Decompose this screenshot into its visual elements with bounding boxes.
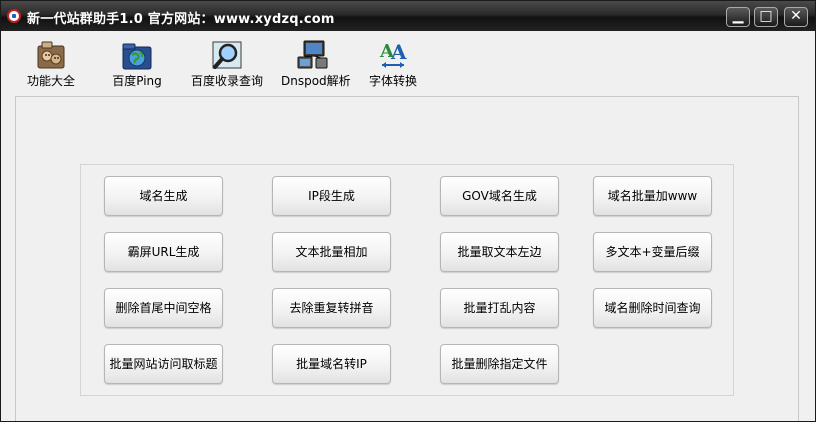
toolbox-icon (37, 41, 65, 69)
close-icon: ✕ (790, 8, 802, 24)
title-bar[interactable]: 新一代站群助手1.0 官方网站：www.xydzq.com ▁ □ ✕ (1, 1, 815, 31)
toolbar-item-baidu-index-query[interactable]: 百度收录查询 (187, 39, 267, 91)
multi-text-suffix-button[interactable]: 多文本+变量后缀 (593, 232, 712, 272)
trim-spaces-button[interactable]: 删除首尾中间空格 (104, 288, 223, 328)
function-button-group: 域名生成 IP段生成 GOV域名生成 域名批量加www 霸屏URL生成 文本批量… (80, 164, 734, 396)
toolbar-item-font-convert[interactable]: A A 字体转换 (365, 39, 421, 91)
toolbar-label: 百度收录查询 (190, 74, 263, 88)
text-batch-concat-button[interactable]: 文本批量相加 (272, 232, 391, 272)
fetch-site-title-button[interactable]: 批量网站访问取标题 (104, 344, 223, 384)
toolbar-label: 百度Ping (112, 74, 162, 88)
toolbar-item-dnspod[interactable]: Dnspod解析 (281, 39, 351, 91)
ip-range-generate-button[interactable]: IP段生成 (272, 176, 391, 216)
maximize-button[interactable]: □ (754, 7, 778, 27)
domain-add-www-button[interactable]: 域名批量加www (593, 176, 712, 216)
app-logo-icon (7, 9, 21, 23)
minimize-button[interactable]: ▁ (726, 7, 750, 27)
domain-expiry-query-button[interactable]: 域名删除时间查询 (593, 288, 712, 328)
toolbar-item-features[interactable]: 功能大全 (23, 39, 79, 91)
dedupe-pinyin-button[interactable]: 去除重复转拼音 (272, 288, 391, 328)
url-generate-button[interactable]: 霸屏URL生成 (104, 232, 223, 272)
svg-text:A: A (390, 40, 407, 64)
content-panel: 域名生成 IP段生成 GOV域名生成 域名批量加www 霸屏URL生成 文本批量… (15, 96, 799, 421)
toolbar-label: 字体转换 (368, 74, 417, 88)
gov-domain-generate-button[interactable]: GOV域名生成 (440, 176, 559, 216)
toolbar: 功能大全 百度Ping 百度收录查询 Dnspod解析 A A 字体转换 (1, 31, 815, 93)
minimize-icon: ▁ (732, 8, 744, 24)
globe-folder-icon (122, 43, 152, 70)
network-computer-icon (297, 40, 328, 69)
toolbar-item-baidu-ping[interactable]: 百度Ping (109, 39, 165, 91)
domain-to-ip-button[interactable]: 批量域名转IP (272, 344, 391, 384)
toolbar-label: 功能大全 (26, 74, 75, 88)
font-convert-icon: A A (379, 40, 407, 68)
text-take-left-button[interactable]: 批量取文本左边 (440, 232, 559, 272)
app-window: 新一代站群助手1.0 官方网站：www.xydzq.com ▁ □ ✕ 功能大全 (0, 0, 816, 422)
window-title: 新一代站群助手1.0 官方网站：www.xydzq.com (27, 12, 335, 27)
domain-generate-button[interactable]: 域名生成 (104, 176, 223, 216)
maximize-icon: □ (759, 8, 773, 24)
batch-delete-files-button[interactable]: 批量删除指定文件 (440, 344, 559, 384)
magnifier-icon (212, 41, 242, 69)
toolbar-label: Dnspod解析 (281, 74, 351, 88)
close-button[interactable]: ✕ (784, 7, 808, 27)
shuffle-content-button[interactable]: 批量打乱内容 (440, 288, 559, 328)
